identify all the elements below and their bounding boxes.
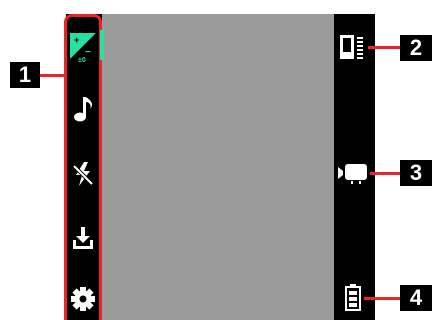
exposure-compensation-icon: + − — [70, 33, 96, 59]
flash-button[interactable] — [70, 160, 98, 188]
callout-3: 3 — [400, 160, 432, 186]
callout-1: 1 — [10, 62, 40, 88]
gear-icon — [71, 287, 95, 311]
storage-level-icon — [340, 35, 363, 59]
music-button[interactable] — [70, 95, 98, 123]
exposure-scale-indicator — [100, 30, 104, 60]
exposure-value: ±0 — [78, 57, 86, 64]
battery-indicator — [344, 283, 362, 311]
download-icon — [73, 227, 93, 249]
settings-button[interactable] — [70, 286, 98, 314]
flash-off-icon — [72, 162, 94, 186]
callout-2-line — [368, 46, 400, 49]
music-note-icon — [74, 97, 93, 122]
callout-1-line — [40, 74, 66, 77]
video-camera-icon — [338, 164, 367, 184]
storage-indicator — [339, 33, 365, 61]
svg-text:+: + — [74, 35, 79, 45]
battery-icon — [345, 284, 361, 311]
video-mode-indicator — [337, 160, 369, 186]
callout-3-line — [370, 172, 400, 175]
callout-2: 2 — [400, 35, 432, 61]
viewfinder-preview — [102, 14, 334, 320]
download-button[interactable] — [70, 225, 98, 253]
callout-4-line — [364, 297, 400, 300]
callout-4: 4 — [400, 285, 432, 311]
